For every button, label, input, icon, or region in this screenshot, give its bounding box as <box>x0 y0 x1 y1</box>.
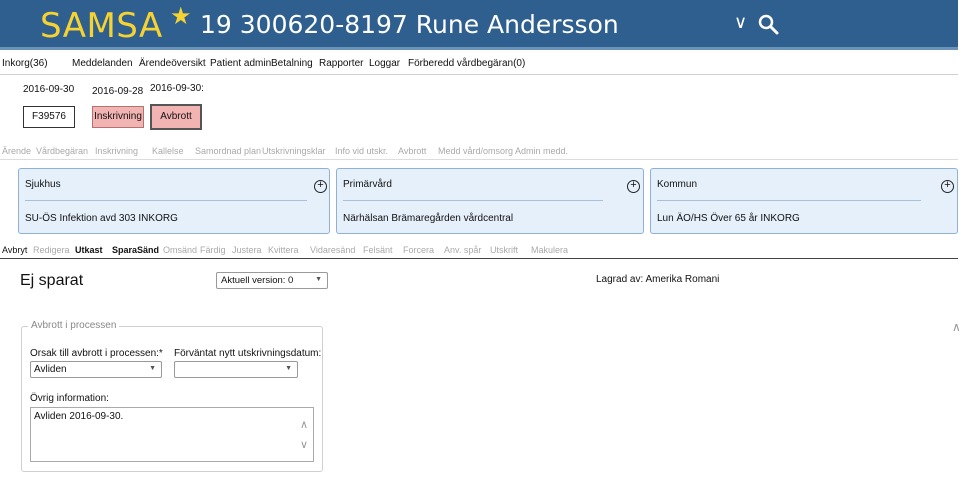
tab-avbrott[interactable]: Avbrott <box>398 146 426 156</box>
tab-vardbegaran[interactable]: Vårdbegäran <box>36 146 88 156</box>
menu-betalning[interactable]: Betalning <box>271 58 313 69</box>
org-value: Närhälsan Brämaregården vårdcentral <box>343 213 514 224</box>
patient-title: 19 300620-8197 Rune Andersson <box>200 10 619 39</box>
header-bar: SAMSA ★ 19 300620-8197 Rune Andersson ∨ <box>0 0 958 50</box>
divider <box>25 200 307 201</box>
org-title: Sjukhus <box>25 179 61 190</box>
reason-select[interactable]: Avliden ▼ <box>30 361 162 378</box>
action-utkast[interactable]: Utkast <box>75 245 103 255</box>
other-info-label: Övrig information: <box>30 393 109 404</box>
org-value: Lun ÄO/HS Över 65 år INKORG <box>657 213 800 224</box>
other-info-textarea[interactable]: Avliden 2016-09-30. ∧ ∨ <box>30 407 314 462</box>
main-menu: Inkorg(36) Meddelanden Ärendeöversikt Pa… <box>0 53 958 75</box>
org-title: Primärvård <box>343 179 392 190</box>
action-forcera[interactable]: Forcera <box>403 245 434 255</box>
chevron-down-icon: ▼ <box>285 365 292 372</box>
reason-value: Avliden <box>34 364 67 375</box>
tab-inskrivning[interactable]: Inskrivning <box>95 146 138 156</box>
menu-patient-admin[interactable]: Patient admin <box>210 58 271 69</box>
org-panel-primarvard: Primärvård + Närhälsan Brämaregården vår… <box>336 168 644 234</box>
version-value: Aktuell version: 0 <box>221 275 294 286</box>
scroll-down-icon[interactable]: ∨ <box>300 438 308 451</box>
tab-kallelse[interactable]: Kallelse <box>152 146 184 156</box>
plus-circle-icon[interactable]: + <box>627 180 640 193</box>
tab-samordnad-plan[interactable]: Samordnad plan <box>195 146 261 156</box>
document-tabs: Ärende Vårdbegäran Inskrivning Kallelse … <box>0 142 958 160</box>
menu-inkorg[interactable]: Inkorg(36) <box>2 58 48 69</box>
menu-meddelanden[interactable]: Meddelanden <box>72 58 133 69</box>
action-kvittera[interactable]: Kvittera <box>268 245 299 255</box>
fieldset-legend: Avbrott i processen <box>28 320 120 331</box>
tab-utskrivningsklar[interactable]: Utskrivningsklar <box>262 146 326 156</box>
episode-f39576[interactable]: F39576 <box>23 106 75 128</box>
menu-forberedd-vardbegaran[interactable]: Förberedd vårdbegäran(0) <box>408 58 525 69</box>
action-toolbar: Avbryt Redigera Utkast SparaSänd Omsänd … <box>0 242 958 258</box>
search-icon[interactable] <box>756 12 782 38</box>
action-fardig[interactable]: Färdig <box>200 245 226 255</box>
episode-date: 2016-09-30 <box>23 84 75 95</box>
app-logo: SAMSA <box>40 6 163 46</box>
version-select[interactable]: Aktuell version: 0 ▼ <box>216 272 328 289</box>
episode-date: 2016-09-30: <box>150 83 204 94</box>
save-status-title: Ej sparat <box>20 272 84 289</box>
chevron-down-icon: ▼ <box>149 365 156 372</box>
tab-admin-medd[interactable]: Admin medd. <box>515 146 568 156</box>
other-info-value: Avliden 2016-09-30. <box>34 411 124 422</box>
scroll-up-icon[interactable]: ∧ <box>300 418 308 431</box>
tab-info-vid-utskr[interactable]: Info vid utskr. <box>335 146 388 156</box>
date-select[interactable]: ▼ <box>174 361 298 378</box>
org-value: SU-ÖS Infektion avd 303 INKORG <box>25 213 178 224</box>
action-makulera[interactable]: Makulera <box>531 245 568 255</box>
action-justera[interactable]: Justera <box>232 245 262 255</box>
org-title: Kommun <box>657 179 698 190</box>
action-felsant[interactable]: Felsänt <box>363 245 393 255</box>
divider <box>0 258 958 259</box>
action-sparasand[interactable]: SparaSänd <box>112 245 159 255</box>
episode-date: 2016-09-28 <box>92 86 144 97</box>
org-panel-sjukhus: Sjukhus + SU-ÖS Infektion avd 303 INKORG <box>18 168 330 234</box>
chevron-down-icon[interactable]: ∨ <box>734 12 747 33</box>
menu-loggar[interactable]: Loggar <box>369 58 400 69</box>
tab-medd-vard-omsorg[interactable]: Medd vård/omsorg <box>438 146 513 156</box>
org-panel-kommun: Kommun + Lun ÄO/HS Över 65 år INKORG <box>650 168 958 234</box>
plus-circle-icon[interactable]: + <box>314 180 327 193</box>
divider <box>657 200 921 201</box>
menu-arendeoversikt[interactable]: Ärendeöversikt <box>139 58 206 69</box>
tab-arende[interactable]: Ärende <box>2 146 31 156</box>
action-vidaresand[interactable]: Vidaresänd <box>310 245 355 255</box>
episode-inskrivning[interactable]: Inskrivning <box>92 106 144 128</box>
episode-avbrott[interactable]: Avbrott <box>150 104 202 130</box>
reason-label: Orsak till avbrott i processen:* <box>30 348 163 359</box>
divider <box>343 200 603 201</box>
action-omsand[interactable]: Omsänd <box>163 245 197 255</box>
action-anv-spar[interactable]: Anv. spår <box>444 245 481 255</box>
saved-by: Lagrad av: Amerika Romani <box>596 274 720 285</box>
chevron-down-icon: ▼ <box>315 276 322 283</box>
action-redigera[interactable]: Redigera <box>33 245 70 255</box>
star-icon[interactable]: ★ <box>170 2 192 31</box>
chevron-up-icon[interactable]: ∧ <box>952 320 961 334</box>
action-utskrift[interactable]: Utskrift <box>490 245 518 255</box>
menu-rapporter[interactable]: Rapporter <box>319 58 363 69</box>
action-avbryt[interactable]: Avbryt <box>2 245 27 255</box>
date-label: Förväntat nytt utskrivningsdatum: <box>174 348 322 359</box>
plus-circle-icon[interactable]: + <box>941 180 954 193</box>
